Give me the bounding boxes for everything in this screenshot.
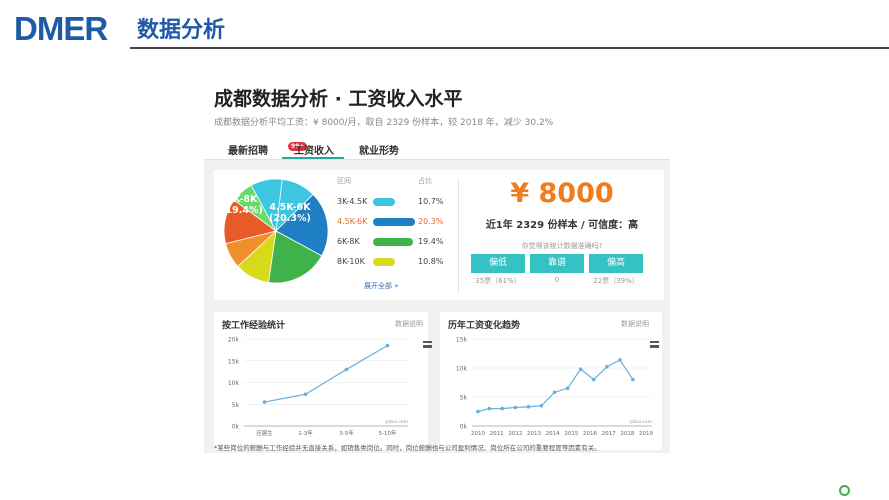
x-tick-label: 2013: [527, 431, 541, 436]
series-line: [477, 359, 634, 413]
watermark: jobui.com: [385, 419, 408, 425]
circle-icon: [839, 485, 850, 496]
experience-data-note-link[interactable]: 数据说明: [395, 319, 423, 329]
sample-info: 近1年 2329 份样本 / 可信度：高: [485, 220, 639, 231]
series-line: [264, 345, 388, 403]
data-point[interactable]: [591, 377, 596, 382]
x-tick-label: 应届生: [256, 429, 273, 436]
distribution-row: 3K-4.5K 10.7%: [337, 196, 457, 208]
vote-high-button[interactable]: 偏高: [589, 254, 643, 273]
salary-pie-chart: 6K-8K(19.4%) 4.5K-6K(20.3%): [221, 178, 329, 284]
vote-accurate-count: 0: [554, 276, 560, 284]
data-point[interactable]: [578, 367, 583, 371]
distribution-row: 8K-10K 10.8%: [337, 256, 457, 268]
x-tick-label: 2016: [583, 431, 597, 436]
data-point[interactable]: [539, 403, 544, 408]
tab-employment[interactable]: 就业形势: [359, 142, 399, 157]
share-bar: [373, 258, 395, 266]
x-tick-label: 2011: [490, 431, 504, 436]
range-label: 3K-4.5K: [337, 197, 368, 206]
pie-label: 4.5K-6K: [269, 202, 311, 213]
x-tick-label: 2017: [602, 431, 616, 436]
data-point[interactable]: [631, 377, 635, 382]
dmer-logo: DMER: [14, 10, 108, 47]
range-label: 4.5K-6K: [337, 217, 368, 226]
y-tick-label: 5k: [460, 395, 468, 402]
salary-panel: 成都数据分析 · 工资收入水平 成都数据分析平均工资：¥ 8000/月，取自 2…: [204, 78, 674, 454]
x-tick-label: 2012: [508, 431, 522, 436]
distribution-row: 4.5K-6K 20.3%: [337, 216, 457, 228]
accuracy-question: 你觉得该统计数据准确吗?: [521, 242, 603, 250]
y-tick-label: 15k: [456, 337, 468, 344]
share-value: 10.8%: [418, 257, 444, 266]
vote-accurate-button[interactable]: 靠谱: [530, 254, 584, 273]
x-tick-label: 2010: [471, 431, 485, 436]
share-bar: [373, 198, 395, 206]
y-tick-label: 20k: [228, 337, 240, 344]
vote-low-count: 35票（61%）: [475, 277, 521, 285]
data-point[interactable]: [605, 365, 609, 369]
share-value: 20.3%: [418, 217, 444, 226]
x-tick-label: 1-3年: [298, 429, 313, 436]
vote-high-count: 22票（39%）: [593, 277, 639, 285]
share-header: 占比: [418, 177, 432, 185]
tab-label: 最新招聘: [228, 146, 268, 157]
data-point[interactable]: [500, 406, 505, 411]
data-point[interactable]: [262, 400, 267, 404]
y-tick-label: 10k: [456, 366, 468, 373]
range-label: 6K-8K: [337, 237, 360, 246]
pie-label-percent: (20.3%): [269, 213, 311, 224]
active-tab-indicator: [282, 157, 344, 159]
data-point[interactable]: [487, 406, 491, 411]
y-tick-label: 5k: [232, 402, 240, 409]
y-tick-label: 0k: [232, 424, 240, 431]
tab-bar: 最新招聘 99+ 工资收入 就业形势: [204, 136, 670, 160]
pie-label-percent: (19.4%): [221, 205, 263, 216]
x-tick-label: 2018: [620, 431, 634, 436]
tab-salary[interactable]: 工资收入: [294, 142, 334, 157]
x-tick-label: 2014: [546, 431, 560, 436]
page-title: 成都数据分析 · 工资收入水平: [214, 88, 463, 110]
x-tick-label: 2015: [564, 431, 578, 436]
watermark: jobui.com: [629, 419, 652, 425]
range-label: 8K-10K: [337, 257, 365, 266]
pie-label: 6K-8K: [226, 194, 258, 205]
range-header: 区间: [337, 177, 351, 185]
slide-title: 数据分析: [137, 18, 226, 43]
experience-line-chart: 0k 5k 10k 15k 20k 应届生 1-3年 3-5年 5-10年 jobui.com: [228, 337, 408, 436]
share-bar: [373, 238, 413, 246]
title-divider: [130, 47, 889, 49]
y-tick-label: 10k: [228, 380, 240, 387]
experience-chart-title: 按工作经验统计: [222, 321, 286, 331]
trend-line-chart: 0k 5k 10k 15k 2010 2011 2012 2013 2014 2015 2016 20…: [456, 337, 654, 437]
x-tick-label: 5-10年: [379, 429, 397, 436]
average-salary: ¥ 8000: [510, 178, 614, 209]
y-tick-label: 0k: [460, 424, 468, 431]
footnote: *某些岗位的薪酬与工作经验并无直接关系，如销售类岗位。同时，岗位薪酬也与公司盈利…: [214, 444, 601, 452]
x-tick-label: 2019: [639, 431, 653, 436]
trend-data-note-link[interactable]: 数据说明: [621, 319, 649, 329]
data-point[interactable]: [385, 343, 390, 348]
data-point[interactable]: [526, 405, 531, 409]
trend-chart-title: 历年工资变化趋势: [448, 321, 521, 331]
card-divider: [458, 178, 459, 294]
x-tick-label: 3-5年: [339, 429, 354, 436]
data-point[interactable]: [303, 392, 308, 397]
share-bar: [373, 218, 415, 226]
data-point[interactable]: [565, 386, 570, 391]
data-point[interactable]: [513, 405, 518, 410]
share-value: 19.4%: [418, 237, 444, 246]
page-subtitle: 成都数据分析平均工资：¥ 8000/月，取自 2329 份样本，较 2018 年…: [214, 118, 554, 128]
data-point[interactable]: [618, 358, 622, 362]
show-all-link[interactable]: 展开全部 »: [364, 281, 399, 291]
data-point[interactable]: [476, 409, 480, 414]
vote-low-button[interactable]: 偏低: [471, 254, 525, 273]
data-point[interactable]: [552, 390, 557, 395]
data-point[interactable]: [344, 367, 349, 372]
share-value: 10.7%: [418, 197, 444, 206]
tab-latest-jobs[interactable]: 最新招聘 99+: [228, 142, 308, 157]
y-tick-label: 15k: [228, 358, 240, 365]
distribution-row: 6K-8K 19.4%: [337, 236, 457, 248]
